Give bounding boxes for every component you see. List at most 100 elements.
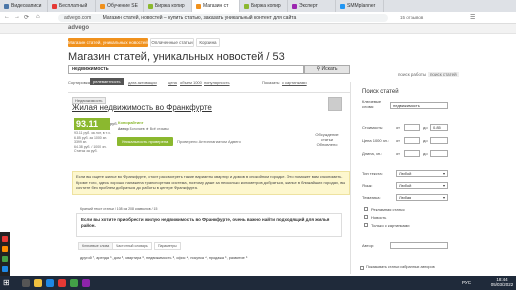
language-indicator[interactable]: РУС — [462, 280, 471, 285]
browser-icon[interactable] — [46, 279, 54, 287]
sort-bar: Сортировка: релевантность дата активации… — [68, 78, 350, 87]
browser-tab[interactable]: Магазин ст — [192, 0, 240, 12]
explorer-icon[interactable] — [34, 279, 42, 287]
length-from-label: от — [396, 151, 400, 156]
tab-paid[interactable]: Оплаченные статьи — [150, 38, 194, 47]
back-icon[interactable]: ← — [4, 14, 10, 20]
app-icon[interactable] — [2, 256, 8, 262]
sidebar-title: Поиск статей — [362, 89, 399, 95]
article-description: Если вы ищете жилье во Франкфурте, стоит… — [72, 171, 350, 195]
cost-to-input[interactable]: 0.85 — [430, 124, 448, 131]
text-type-label: Тип текста: — [362, 171, 383, 176]
sort-option-volume[interactable]: объем 1000 — [180, 80, 202, 85]
tab-favicon-icon — [340, 3, 345, 9]
tab-favicon-icon — [148, 3, 153, 9]
images-only-checkbox[interactable] — [364, 223, 368, 227]
shown-value[interactable]: с картинками — [282, 80, 307, 85]
author-label: Автор — [118, 127, 129, 131]
author-name[interactable]: Боголаев — [130, 127, 145, 131]
cost-label: Стоимость: — [362, 125, 384, 130]
author-filter-label: Автор: — [362, 243, 375, 248]
search-input[interactable]: недвижимость — [68, 65, 304, 74]
app-icon[interactable] — [82, 279, 90, 287]
browser-tab[interactable]: SMMplanner — [336, 0, 384, 12]
uniqueness-checked-button[interactable]: Уникальность проверена — [117, 137, 173, 146]
tab-cart[interactable]: Корзина — [196, 38, 220, 47]
favorites-label: Показывать статьи избранных авторов — [366, 265, 435, 269]
tab-favicon-icon — [52, 3, 57, 9]
sort-option-price[interactable]: цена — [168, 80, 177, 85]
app-icon[interactable] — [58, 279, 66, 287]
url-field[interactable]: advego.com Магазин статей, новостей – ку… — [58, 14, 388, 22]
cost-to-label: до — [423, 125, 428, 130]
cost-from-input[interactable] — [404, 124, 420, 131]
forward-icon[interactable]: → — [14, 14, 20, 20]
app-icon[interactable] — [2, 246, 8, 252]
length-label: Длина, зн.: — [362, 151, 383, 156]
length-from-input[interactable] — [404, 150, 420, 157]
shown-label: Показать: — [262, 80, 281, 85]
sort-option-date[interactable]: дата активации — [128, 80, 157, 85]
browser-tab-label: Биржа копир — [251, 3, 281, 9]
job-search-link[interactable]: поиск работы — [398, 72, 426, 77]
tab-favicon-icon — [4, 3, 9, 9]
browser-tab[interactable]: Биржа копир — [240, 0, 288, 12]
news-checkbox[interactable] — [364, 215, 368, 219]
browser-tab[interactable]: Обучение SE — [96, 0, 144, 12]
favorites-checkbox[interactable] — [360, 266, 364, 270]
antiplagiarism-link[interactable]: Проверено Антиплагиатом Адвего — [177, 139, 241, 144]
tab-frequency[interactable]: Частотный словарь — [112, 242, 152, 250]
browser-tab-label: Бесплатный — [59, 3, 88, 9]
browser-tab-bar: Видеозаписи Бесплатный Обучение SE Биржа ко… — [0, 0, 516, 12]
tab-shop[interactable]: Магазин статей, уникальных новостей — [68, 38, 148, 47]
reviews-link[interactable]: 15 отзывов — [400, 15, 423, 20]
browser-tab-label: Эксперт — [299, 3, 318, 9]
price-to-input[interactable] — [430, 137, 448, 144]
windows-start-icon[interactable]: ⊞ — [3, 278, 10, 287]
browser-tab-label: Магазин ст — [203, 3, 229, 9]
search-button-label: Искать — [321, 66, 338, 72]
sort-option-popularity[interactable]: популярность — [204, 80, 230, 85]
taskbar-clock[interactable]: 18:44 05/03/2022 — [490, 277, 514, 287]
short-text-box: Если вы хотите приобрести жилую недвижим… — [76, 213, 342, 237]
news-label: Новость — [371, 215, 387, 220]
sort-label: Сортировка: — [68, 80, 92, 85]
language-select[interactable]: Любой — [396, 182, 448, 189]
app-icon[interactable] — [70, 279, 78, 287]
keywords-input[interactable]: недвижимость — [390, 102, 448, 109]
reload-icon[interactable]: ⟳ — [24, 14, 29, 21]
app-icon[interactable] — [2, 236, 8, 242]
tab-keywords[interactable]: Ключевые слова — [78, 242, 114, 250]
tab-parameters[interactable]: Параметры — [154, 242, 181, 250]
page-title: Магазин статей, уникальных новостей / 53 — [68, 51, 285, 63]
article-title[interactable]: Жилая недвижимость во Франкфурте — [72, 103, 212, 112]
search-button[interactable]: ⚲ Искать — [304, 65, 350, 74]
short-text-label: Краткий текст статьи / 108 из 208 символ… — [80, 207, 158, 211]
browser-tab[interactable]: Эксперт — [288, 0, 336, 12]
price-from-input[interactable] — [404, 137, 420, 144]
search-icon: ⚲ — [316, 66, 321, 72]
author-filter-input[interactable] — [390, 242, 448, 249]
price-badge: 93.11 — [74, 118, 110, 130]
cost-from-label: от — [396, 125, 400, 130]
extensions-icon[interactable]: ☰ — [470, 14, 475, 21]
text-type-select[interactable]: Любой — [396, 170, 448, 177]
browser-tab[interactable]: Бесплатный — [48, 0, 96, 12]
author-reviews[interactable]: Всё отзывы — [150, 127, 169, 131]
browser-tab-label: SMMplanner — [347, 3, 376, 9]
site-logo[interactable]: advego — [68, 25, 89, 31]
discussion-link[interactable]: Обсуждение статьи Обновлено — [311, 132, 343, 147]
search-taskbar-icon[interactable] — [22, 279, 30, 287]
url-text: advego.com — [64, 15, 92, 21]
ad-article-checkbox[interactable] — [364, 207, 368, 211]
price-per-1000-label: Цена 1000 зн.: — [362, 138, 390, 143]
browser-tab[interactable]: Видеозаписи — [0, 0, 48, 12]
author-avatar[interactable] — [328, 97, 342, 111]
topic-select[interactable]: Любая — [396, 194, 448, 201]
home-icon[interactable]: ⌂ — [36, 14, 40, 20]
article-search-link[interactable]: поиск статей — [428, 72, 459, 77]
sort-option-relevance[interactable]: релевантность — [90, 78, 124, 85]
app-icon[interactable] — [2, 266, 8, 272]
browser-tab[interactable]: Биржа копир — [144, 0, 192, 12]
length-to-input[interactable] — [430, 150, 448, 157]
